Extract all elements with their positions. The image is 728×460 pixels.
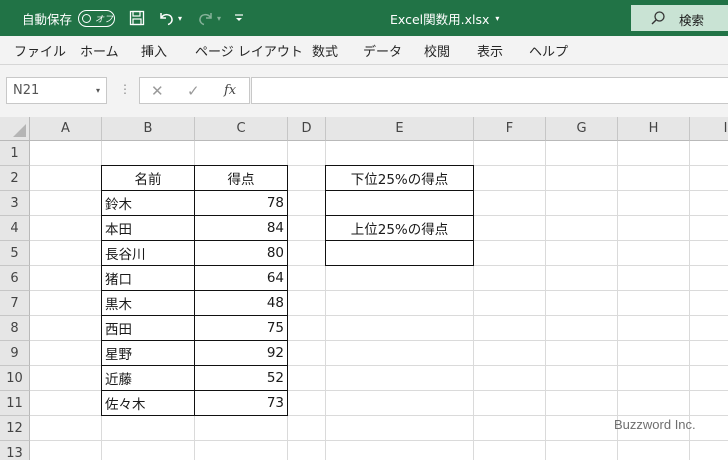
table-cell-score[interactable]: 73 — [194, 390, 288, 416]
autosave-state: オフ — [95, 14, 114, 25]
table-cell-score[interactable]: 52 — [194, 365, 288, 391]
row-header-11[interactable]: 11 — [0, 391, 30, 416]
lower-quartile-label[interactable]: 下位25%の得点 — [325, 165, 474, 191]
column-header-f[interactable]: F — [474, 117, 546, 141]
search-box[interactable]: 検索 — [631, 5, 728, 31]
tab-data[interactable]: データ — [363, 36, 402, 65]
title-bar: 自動保存 オフ ▾ ▾ Excel関数用.xlsx ▾ 検索 — [0, 0, 728, 36]
cancel-icon[interactable]: ✕ — [151, 82, 164, 100]
table-cell-score[interactable]: 92 — [194, 340, 288, 366]
tab-review[interactable]: 校閲 — [424, 36, 450, 65]
name-box-value: N21 — [13, 83, 40, 98]
toggle-knob — [82, 13, 91, 23]
row-header-10[interactable]: 10 — [0, 366, 30, 391]
worksheet-grid[interactable]: A B C D E F G H I 1 2 3 4 5 6 7 8 9 10 1… — [0, 117, 728, 460]
row-header-13[interactable]: 13 — [0, 441, 30, 460]
row-header-9[interactable]: 9 — [0, 341, 30, 366]
undo-dropdown-icon[interactable]: ▾ — [178, 0, 186, 36]
chevron-down-icon[interactable]: ▾ — [96, 86, 100, 95]
table-cell-score[interactable]: 64 — [194, 265, 288, 291]
column-header-c[interactable]: C — [195, 117, 288, 141]
customize-toolbar-icon[interactable] — [234, 0, 244, 36]
ribbon-tabs: ファイル ホーム 挿入 ページ レイアウト 数式 データ 校閲 表示 ヘルプ — [0, 36, 728, 65]
table-cell-name[interactable]: 佐々木 — [101, 390, 195, 416]
row-header-7[interactable]: 7 — [0, 291, 30, 316]
formula-input[interactable] — [251, 77, 728, 104]
table-cell-name[interactable]: 西田 — [101, 315, 195, 341]
select-all-triangle-icon — [13, 124, 26, 137]
column-header-h[interactable]: H — [618, 117, 690, 141]
column-header-g[interactable]: G — [546, 117, 618, 141]
search-label: 検索 — [679, 13, 705, 28]
tab-formulas[interactable]: 数式 — [312, 36, 338, 65]
column-header-b[interactable]: B — [102, 117, 195, 141]
table-cell-name[interactable]: 星野 — [101, 340, 195, 366]
gridline — [689, 141, 690, 460]
redo-dropdown-icon[interactable]: ▾ — [217, 0, 225, 36]
row-header-3[interactable]: 3 — [0, 191, 30, 216]
row-header-12[interactable]: 12 — [0, 416, 30, 441]
tab-help[interactable]: ヘルプ — [529, 36, 568, 65]
table-cell-score[interactable]: 48 — [194, 290, 288, 316]
table-cell-score[interactable]: 84 — [194, 215, 288, 241]
tab-insert[interactable]: 挿入 — [141, 36, 167, 65]
formula-bar: N21 ▾ ⋮ ✕ ✓ fx — [0, 65, 728, 117]
chevron-down-icon: ▾ — [495, 13, 500, 23]
upper-quartile-value[interactable] — [325, 240, 474, 266]
row-header-5[interactable]: 5 — [0, 241, 30, 266]
row-header-4[interactable]: 4 — [0, 216, 30, 241]
table-cell-score[interactable]: 75 — [194, 315, 288, 341]
drag-handle-icon[interactable]: ⋮ — [119, 82, 131, 96]
table-cell-name[interactable]: 鈴木 — [101, 190, 195, 216]
undo-icon[interactable] — [156, 0, 176, 36]
name-box[interactable]: N21 ▾ — [6, 77, 107, 104]
gridline — [617, 141, 618, 460]
table-cell-name[interactable]: 猪口 — [101, 265, 195, 291]
autosave-label: 自動保存 — [22, 11, 73, 27]
check-icon[interactable]: ✓ — [187, 82, 200, 100]
column-header-a[interactable]: A — [30, 117, 102, 141]
row-header-6[interactable]: 6 — [0, 266, 30, 291]
tab-file[interactable]: ファイル — [14, 36, 66, 65]
upper-quartile-label[interactable]: 上位25%の得点 — [325, 215, 474, 241]
document-title[interactable]: Excel関数用.xlsx ▾ — [390, 0, 499, 36]
table-header-score[interactable]: 得点 — [194, 165, 288, 191]
select-all-button[interactable] — [0, 117, 30, 141]
table-cell-name[interactable]: 本田 — [101, 215, 195, 241]
table-cell-name[interactable]: 長谷川 — [101, 240, 195, 266]
gridline — [30, 440, 728, 441]
tab-page-layout[interactable]: ページ レイアウト — [195, 36, 303, 65]
tab-view[interactable]: 表示 — [477, 36, 503, 65]
gridline — [545, 141, 546, 460]
row-header-8[interactable]: 8 — [0, 316, 30, 341]
tab-home[interactable]: ホーム — [80, 36, 119, 65]
column-header-i[interactable]: I — [690, 117, 728, 141]
column-header-d[interactable]: D — [288, 117, 326, 141]
insert-function-icon[interactable]: fx — [224, 83, 236, 98]
redo-icon[interactable] — [196, 0, 216, 36]
column-header-e[interactable]: E — [326, 117, 474, 141]
table-header-name[interactable]: 名前 — [101, 165, 195, 191]
formula-buttons: ✕ ✓ fx — [139, 77, 250, 104]
autosave-toggle[interactable]: オフ — [78, 0, 115, 36]
document-title-text: Excel関数用.xlsx — [390, 11, 490, 27]
table-cell-score[interactable]: 80 — [194, 240, 288, 266]
save-icon[interactable] — [127, 0, 147, 36]
table-cell-name[interactable]: 黒木 — [101, 290, 195, 316]
row-header-1[interactable]: 1 — [0, 141, 30, 166]
table-cell-score[interactable]: 78 — [194, 190, 288, 216]
search-icon — [650, 10, 666, 26]
row-header-2[interactable]: 2 — [0, 166, 30, 191]
lower-quartile-value[interactable] — [325, 190, 474, 216]
table-cell-name[interactable]: 近藤 — [101, 365, 195, 391]
watermark: Buzzword Inc. — [614, 417, 696, 432]
